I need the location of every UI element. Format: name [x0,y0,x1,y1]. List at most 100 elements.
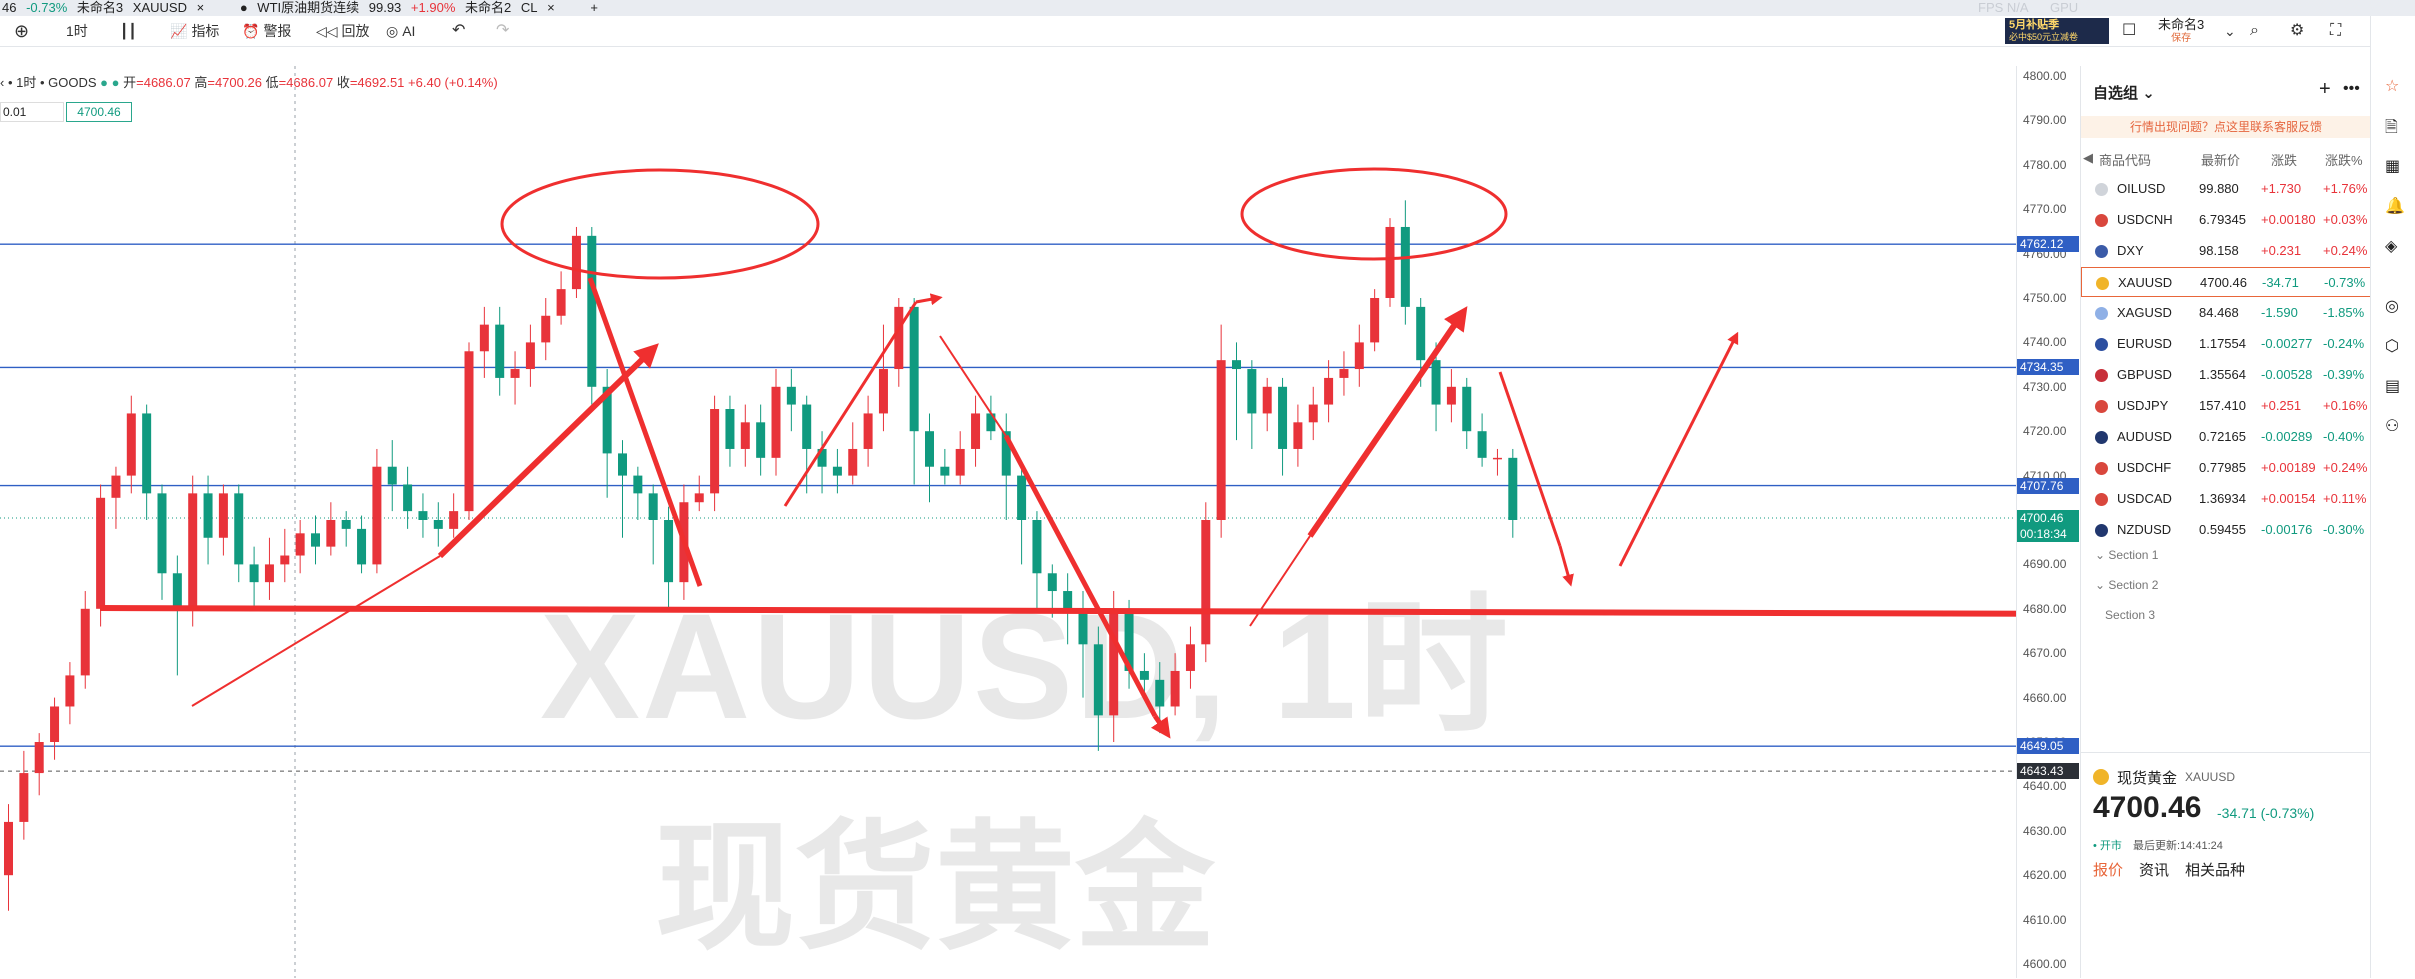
candle-body [1078,608,1088,645]
candle-body [249,564,259,583]
watchlist-row[interactable]: EURUSD 1.17554 -0.00277 -0.24% [2081,329,2371,359]
watchlist-row[interactable]: USDCNH 6.79345 +0.00180 +0.03% [2081,205,2371,235]
tab-related[interactable]: 相关品种 [2185,859,2245,880]
col-change[interactable]: 涨跌 [2271,150,2297,169]
fullscreen-icon[interactable]: ⛶ [2330,16,2341,46]
gear-icon[interactable]: ⚙ [2290,16,2304,46]
layers-icon[interactable]: ◈ [2385,236,2397,256]
price-tick-label: 4640.00 [2023,779,2067,794]
redo-icon[interactable]: ↷ [496,16,509,46]
tab-change: +1.90% [410,0,456,15]
flag-icon [2095,369,2108,382]
price-axis[interactable]: 4600.004610.004620.004630.004640.004650.… [2016,66,2081,978]
chevron-down-icon[interactable]: ⌄ [2224,16,2236,46]
tab-wti[interactable]: ● WTI原油期货连续 99.93 +1.90% 未命名2 CL × [240,0,561,16]
tab-quote[interactable]: 报价 [2093,859,2123,880]
watchlist-row[interactable]: NZDUSD 0.59455 -0.00176 -0.30% [2081,515,2371,545]
candle-type-icon[interactable]: ┃┃ [120,16,137,46]
bell-icon[interactable]: 🔔 [2385,196,2405,216]
layout-name-button[interactable]: 未命名3 保存 [2158,18,2204,46]
layout-square-icon[interactable]: ☐ [2122,16,2136,46]
tab-price: 99.93 [368,0,402,15]
watchlist-row[interactable]: DXY 98.158 +0.231 +0.24% [2081,236,2371,266]
calendar-icon[interactable]: ▦ [2385,156,2400,176]
feedback-notice[interactable]: 行情出现问题？点这里联系客服反馈 [2081,116,2371,138]
row-last: 0.72165 [2199,429,2246,444]
indicator-icon: 📈 [170,23,188,39]
row-last: 0.77985 [2199,460,2246,475]
grid-icon[interactable]: ▤ [2385,376,2400,396]
watchlist-row[interactable]: USDJPY 157.410 +0.251 +0.16% [2081,391,2371,421]
watchlist-row[interactable]: USDCAD 1.36934 +0.00154 +0.11% [2081,484,2371,514]
candle-body [878,369,888,414]
candle-body [1308,404,1318,423]
current-price-label: 4700.46 [2017,509,2079,526]
price-tick-label: 4670.00 [2023,646,2067,661]
section-item[interactable]: Section 3 [2095,608,2155,622]
candle-body [326,520,336,547]
network-icon[interactable]: ⚇ [2385,416,2399,436]
row-change: -0.00289 [2261,429,2313,444]
interval-button[interactable]: 1时 [66,16,88,46]
oil-drop-icon: ● [239,0,248,15]
section-item[interactable]: ⌄ Section 1 [2095,548,2158,562]
candle-body [19,773,29,822]
candle-body [541,315,551,343]
watchlist-row[interactable]: GBPUSD 1.35564 -0.00528 -0.39% [2081,360,2371,390]
watchlist-row[interactable]: XAGUSD 84.468 -1.590 -1.85% [2081,298,2371,328]
indicators-button[interactable]: 📈 指标 [170,16,219,46]
undo-icon[interactable]: ↶ [452,16,465,46]
col-symbol[interactable]: 商品代码 [2099,150,2151,169]
price-tick-label: 4800.00 [2023,69,2067,83]
watchlist-row[interactable]: XAUUSD 4700.46 -34.71 -0.73% [2081,267,2371,297]
candle-body [633,475,643,494]
row-symbol: DXY [2117,243,2144,258]
section-item[interactable]: ⌄ Section 2 [2095,578,2158,592]
close-icon[interactable]: × [197,0,205,16]
candle-body [1339,369,1349,378]
watchlist-row[interactable]: USDCHF 0.77985 +0.00189 +0.24% [2081,453,2371,483]
add-icon[interactable]: + [2319,78,2331,101]
watchlist-icon[interactable]: ☆ [2385,76,2399,96]
add-tab-icon[interactable]: + [590,0,598,16]
price-tick-label: 4790.00 [2023,113,2067,128]
candle-body [50,706,60,742]
tab-symbol: CL [520,0,538,15]
cube-icon[interactable]: ⬡ [2385,336,2399,356]
candle-body [1462,386,1472,432]
tab-news[interactable]: 资讯 [2139,859,2169,880]
candlestick-chart[interactable] [0,66,2080,978]
candle-body [771,386,781,458]
tab-layout-name: 未命名3 [76,0,124,15]
detail-name: 现货黄金 [2117,770,2178,787]
candle-body [1262,386,1272,414]
candle-body [1416,306,1426,361]
col-change-pct[interactable]: 涨跌% [2325,150,2363,169]
signal-icon[interactable]: ◎ [2385,296,2399,316]
chart-toolbar: ⊕ 1时 ┃┃ 📈 指标 ⏰ 警报 ◁◁ 回放 ◎ AI ↶ ↷ 5月补贴季 必中$50… [0,16,2415,47]
promo-banner[interactable]: 5月补贴季 必中$50元立减卷 [2005,18,2109,44]
replay-button[interactable]: ◁◁ 回放 [316,16,370,46]
add-symbol-icon[interactable]: ⊕ [14,16,29,46]
watchlist-row[interactable]: AUDUSD 0.72165 -0.00289 -0.40% [2081,422,2371,452]
alert-button[interactable]: ⏰ 警报 [242,16,291,46]
watchlist-row[interactable]: OILUSD 99.880 +1.730 +1.76% [2081,174,2371,204]
close-icon[interactable]: × [547,0,555,16]
indicators-label: 指标 [191,23,220,39]
ai-button[interactable]: ◎ AI [386,16,415,46]
alert-label: 警报 [263,23,292,39]
candle-body [1063,591,1073,609]
quick-search-icon[interactable]: ⌕ [2250,16,2259,46]
document-icon[interactable]: 🗎 [2385,116,2398,143]
watchlist-title[interactable]: 自选组 ⌄ [2093,82,2155,103]
more-icon[interactable]: ••• [2343,80,2360,98]
candle-body [264,564,274,583]
candle-body [955,448,965,476]
row-change: -34.71 [2262,275,2299,290]
level-price-label: 4649.05 [2017,738,2079,755]
tab-xauusd[interactable]: 46 -0.73% 未命名3 XAUUSD × [0,0,210,16]
collapse-icon[interactable]: ◀ [2083,150,2093,166]
col-last[interactable]: 最新价 [2201,150,2240,169]
candle-body [142,413,152,494]
candle-body [111,475,121,498]
